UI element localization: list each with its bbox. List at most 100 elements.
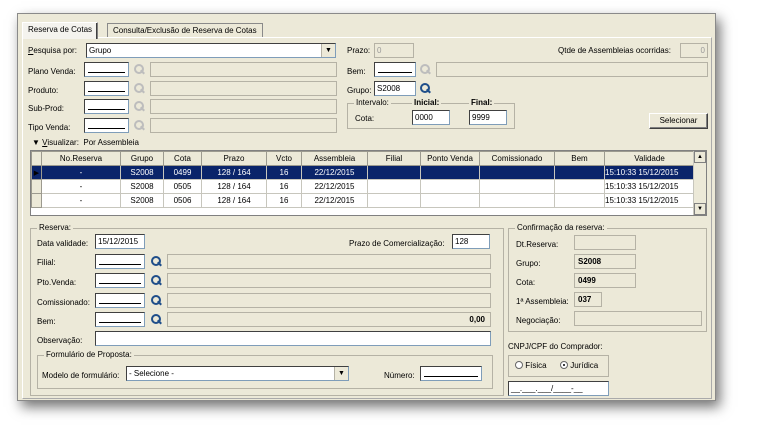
modelo-formulario-select[interactable]: - Selecione - ▼ xyxy=(126,366,349,381)
cell-ponto-venda[interactable] xyxy=(420,165,480,180)
pto-venda-label: Pto.Venda: xyxy=(37,278,77,287)
numero-field[interactable] xyxy=(420,366,482,381)
bem-field[interactable] xyxy=(95,312,145,327)
data-validade-field[interactable]: 15/12/2015 xyxy=(95,234,145,249)
table-row[interactable]: ▶ - S2008 0499 128 / 164 16 22/12/2015 15/12/20… xyxy=(31,165,695,180)
tab-reserva-de-cotas[interactable]: Reserva de Cotas xyxy=(22,22,99,39)
collapse-arrow-icon[interactable]: ▼ xyxy=(32,138,40,147)
cell-validade[interactable]: 15/12/2015 15:10:33 xyxy=(604,165,695,180)
comissionado-field[interactable] xyxy=(95,293,145,308)
row-pointer-icon[interactable]: ▶ xyxy=(31,165,42,180)
cell-no-reserva[interactable]: - xyxy=(41,179,121,194)
cell-grupo[interactable]: S2008 xyxy=(120,193,164,208)
cell-filial[interactable] xyxy=(367,165,421,180)
cell-prazo[interactable]: 128 / 164 xyxy=(201,179,267,194)
plano-venda-field[interactable] xyxy=(84,62,129,77)
chevron-down-icon[interactable]: ▼ xyxy=(321,44,335,57)
visualizar-row[interactable]: ▼ Visualizar: Por Assembleia xyxy=(32,138,139,147)
grupo-filter-field[interactable]: S2008 xyxy=(374,81,416,96)
search-icon[interactable] xyxy=(133,64,145,76)
cell-bem[interactable] xyxy=(554,165,605,180)
cell-ponto-venda[interactable] xyxy=(420,193,480,208)
search-icon[interactable] xyxy=(150,275,162,287)
col-assembleia[interactable]: Assembleia xyxy=(301,151,368,166)
search-icon[interactable] xyxy=(150,295,162,307)
negociacao-field xyxy=(574,311,702,326)
search-icon[interactable] xyxy=(133,83,145,95)
cnpj-cpf-field[interactable]: __.___.___/____-__ xyxy=(508,381,609,396)
radio-juridica[interactable]: Jurídica xyxy=(560,361,598,370)
cota-inicial-field[interactable]: 0000 xyxy=(412,110,450,125)
cell-validade[interactable]: 15/12/2015 15:10:33 xyxy=(604,179,695,194)
col-grupo[interactable]: Grupo xyxy=(120,151,164,166)
cell-assembleia[interactable]: 22/12/2015 xyxy=(301,165,368,180)
search-icon[interactable] xyxy=(419,83,431,95)
selecionar-button[interactable]: Selecionar xyxy=(649,113,708,129)
cell-filial[interactable] xyxy=(367,193,421,208)
scroll-down-icon[interactable]: ▼ xyxy=(694,203,706,215)
tipo-venda-field[interactable] xyxy=(84,118,129,133)
cell-assembleia[interactable]: 22/12/2015 xyxy=(301,193,368,208)
search-icon[interactable] xyxy=(150,256,162,268)
search-icon[interactable] xyxy=(133,101,145,113)
cell-no-reserva[interactable]: - xyxy=(41,193,121,208)
cell-cota[interactable]: 0499 xyxy=(163,165,202,180)
cell-grupo[interactable]: S2008 xyxy=(120,165,164,180)
col-comissionado[interactable]: Comissionado xyxy=(479,151,555,166)
bem-filter-field[interactable] xyxy=(374,62,416,77)
prazo-field[interactable]: 0 xyxy=(374,43,414,58)
col-ponto-venda[interactable]: Ponto Venda xyxy=(420,151,480,166)
produto-field[interactable] xyxy=(84,81,129,96)
scroll-up-icon[interactable]: ▲ xyxy=(694,151,706,163)
cell-validade[interactable]: 15/12/2015 15:10:33 xyxy=(604,193,695,208)
cell-comissionado[interactable] xyxy=(479,165,555,180)
cell-comissionado[interactable] xyxy=(479,179,555,194)
reservas-grid[interactable]: No.Reserva Grupo Cota Prazo Vcto Assembl… xyxy=(30,150,707,216)
radio-juridica-icon[interactable] xyxy=(560,361,568,369)
cell-assembleia[interactable]: 22/12/2015 xyxy=(301,179,368,194)
cell-vcto[interactable]: 16 xyxy=(266,193,302,208)
prazo-comercializacao-field[interactable]: 128 xyxy=(452,234,490,249)
col-bem[interactable]: Bem xyxy=(554,151,605,166)
observacao-field[interactable] xyxy=(95,331,491,346)
search-icon[interactable] xyxy=(133,120,145,132)
filial-field[interactable] xyxy=(95,254,145,269)
cell-prazo[interactable]: 128 / 164 xyxy=(201,193,267,208)
col-cota[interactable]: Cota xyxy=(163,151,202,166)
cota-final-field[interactable]: 9999 xyxy=(469,110,507,125)
chevron-down-icon[interactable]: ▼ xyxy=(334,367,348,380)
col-validade[interactable]: Validade xyxy=(604,151,695,166)
tab-consulta-exclusao[interactable]: Consulta/Exclusão de Reserva de Cotas xyxy=(107,23,263,38)
radio-fisica-icon[interactable] xyxy=(515,361,523,369)
col-no-reserva[interactable]: No.Reserva xyxy=(41,151,121,166)
cell-bem[interactable] xyxy=(554,179,605,194)
sub-prod-field[interactable] xyxy=(84,99,129,114)
radio-fisica[interactable]: Física xyxy=(515,361,547,370)
col-prazo[interactable]: Prazo xyxy=(201,151,267,166)
pto-venda-field[interactable] xyxy=(95,273,145,288)
row-indicator[interactable] xyxy=(31,179,42,194)
cell-vcto[interactable]: 16 xyxy=(266,179,302,194)
pesquisa-select[interactable]: Grupo ▼ xyxy=(86,43,336,58)
cell-no-reserva[interactable]: - xyxy=(41,165,121,180)
cell-grupo[interactable]: S2008 xyxy=(120,179,164,194)
cell-vcto[interactable]: 16 xyxy=(266,165,302,180)
row-indicator[interactable] xyxy=(31,193,42,208)
prazo-label: Prazo: xyxy=(347,46,371,55)
cell-prazo[interactable]: 128 / 164 xyxy=(201,165,267,180)
cell-ponto-venda[interactable] xyxy=(420,179,480,194)
col-filial[interactable]: Filial xyxy=(367,151,421,166)
cell-cota[interactable]: 0505 xyxy=(163,179,202,194)
cell-filial[interactable] xyxy=(367,179,421,194)
col-vcto[interactable]: Vcto xyxy=(266,151,302,166)
cell-cota[interactable]: 0506 xyxy=(163,193,202,208)
cell-bem[interactable] xyxy=(554,193,605,208)
qtde-assembleias-label: Qtde de Assembleias ocorridas: xyxy=(558,46,671,55)
table-row[interactable]: - S2008 0506 128 / 164 16 22/12/2015 15/12/201… xyxy=(31,193,695,208)
search-icon[interactable] xyxy=(419,64,431,76)
cell-comissionado[interactable] xyxy=(479,193,555,208)
grid-scrollbar[interactable]: ▲ ▼ xyxy=(693,151,706,215)
search-icon[interactable] xyxy=(150,314,162,326)
bem-label: Bem: xyxy=(37,317,56,326)
table-row[interactable]: - S2008 0505 128 / 164 16 22/12/2015 15/12/201… xyxy=(31,179,695,194)
